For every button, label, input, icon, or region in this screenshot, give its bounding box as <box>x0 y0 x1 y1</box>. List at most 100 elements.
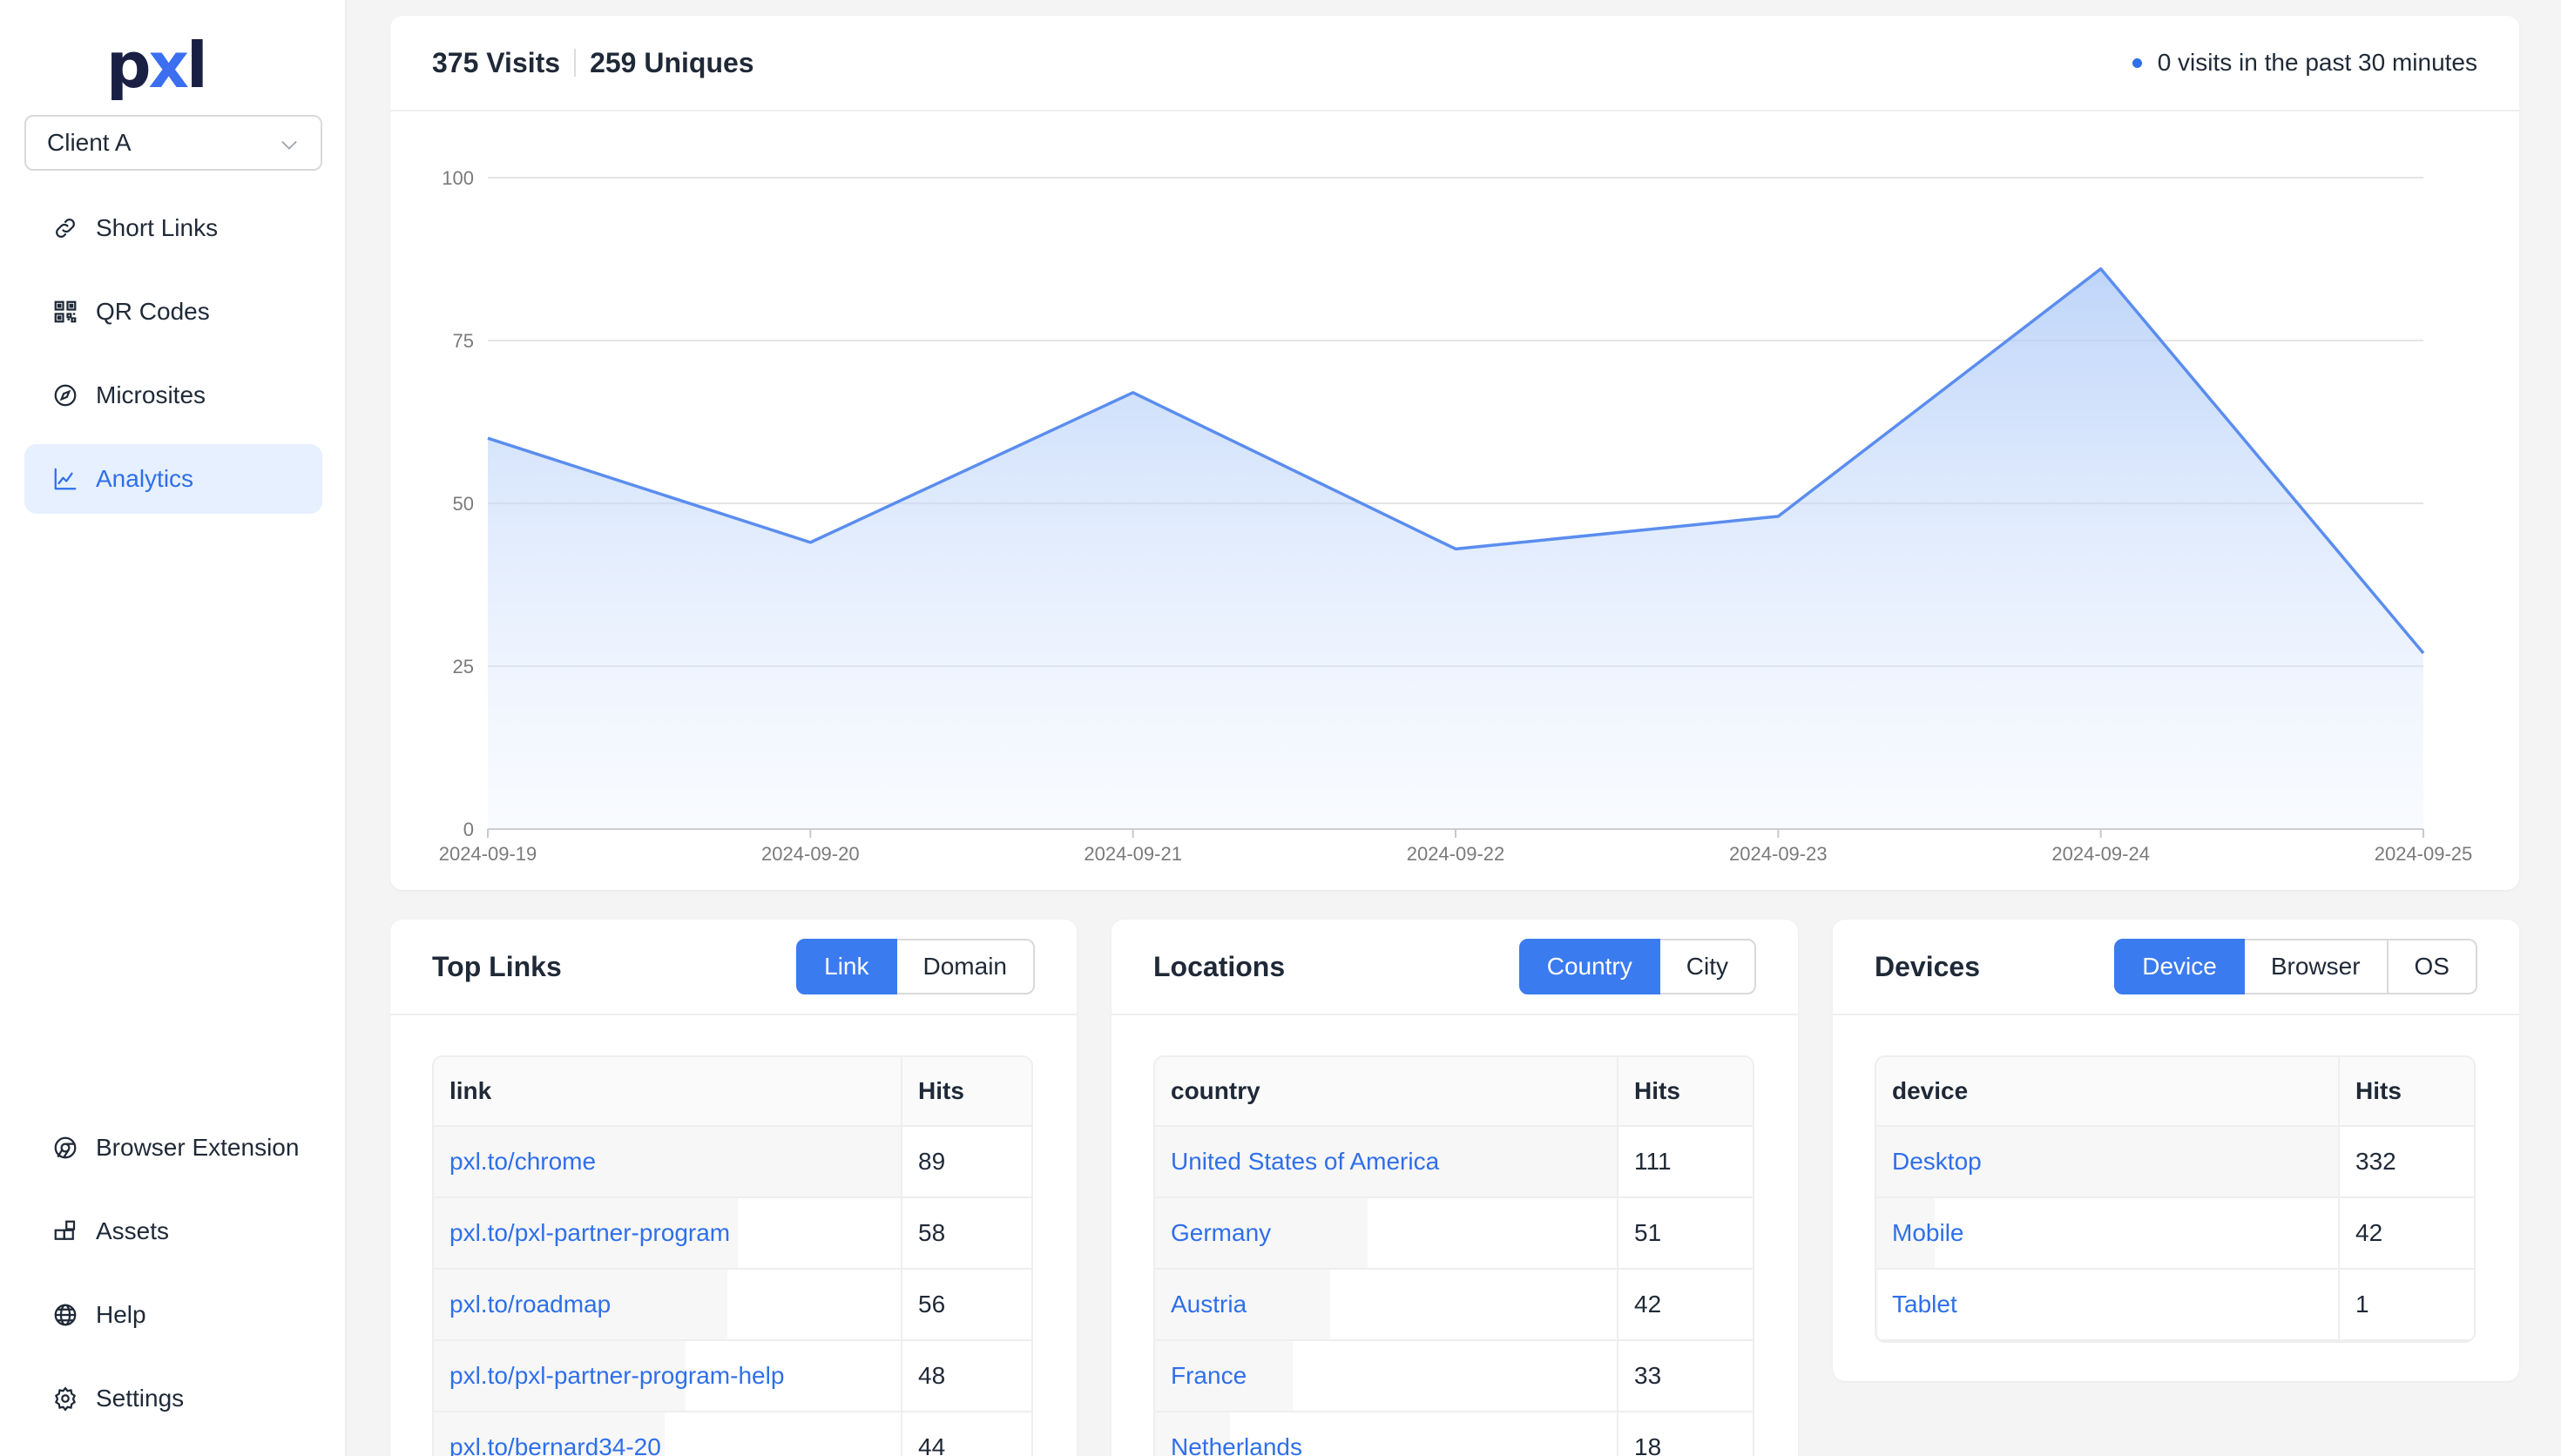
table-row[interactable]: Germany 51 <box>1155 1198 1753 1270</box>
row-hits: 44 <box>901 1412 1031 1456</box>
row-name-cell: pxl.to/bernard34-20 <box>434 1412 901 1456</box>
x-tick-label: 2024-09-22 <box>1407 843 1505 865</box>
devices-header: Devices Device Browser OS <box>1833 920 2519 1015</box>
table-row[interactable]: pxl.to/roadmap 56 <box>434 1270 1031 1341</box>
table-row[interactable]: Netherlands 18 <box>1155 1412 1753 1456</box>
chart-line-icon <box>52 466 78 492</box>
blocks-icon <box>52 1218 78 1244</box>
table-row[interactable]: United States of America 111 <box>1155 1127 1753 1198</box>
hits-share-bar <box>1876 1270 1878 1339</box>
row-link[interactable]: pxl.to/pxl-partner-program-help <box>449 1362 784 1389</box>
uniques-count: 259 Uniques <box>590 46 754 78</box>
visits-chart-card: 375 Visits 259 Uniques 0 visits in the p… <box>390 16 2519 890</box>
table-row[interactable]: Desktop 332 <box>1876 1127 2474 1198</box>
nav-item-short-links[interactable]: Short Links <box>24 193 322 263</box>
row-name-cell: France <box>1155 1341 1617 1412</box>
divider <box>574 49 577 77</box>
row-name-cell: Austria <box>1155 1270 1617 1341</box>
column-header-hits: Hits <box>901 1057 1031 1127</box>
row-link[interactable]: pxl.to/chrome <box>449 1148 596 1175</box>
client-select[interactable]: Client A <box>24 115 322 171</box>
table-row[interactable]: pxl.to/bernard34-20 44 <box>434 1412 1031 1456</box>
table-row[interactable]: Mobile 42 <box>1876 1198 2474 1270</box>
x-tick-label: 2024-09-24 <box>2051 843 2150 865</box>
row-link[interactable]: pxl.to/pxl-partner-program <box>449 1219 730 1246</box>
table-row[interactable]: Tablet 1 <box>1876 1270 2474 1341</box>
row-link[interactable]: Austria <box>1171 1291 1247 1318</box>
gear-icon <box>52 1385 78 1412</box>
row-link[interactable]: United States of America <box>1171 1148 1439 1175</box>
tab-os[interactable]: OS <box>2386 939 2477 994</box>
tab-city[interactable]: City <box>1658 939 1756 994</box>
row-hits: 1 <box>2338 1270 2474 1341</box>
row-link[interactable]: Tablet <box>1892 1291 1957 1318</box>
x-tick-label: 2024-09-20 <box>761 843 860 865</box>
nav-item-browser-extension[interactable]: Browser Extension <box>24 1113 322 1183</box>
row-name-cell: Tablet <box>1876 1270 2338 1341</box>
column-header-link: link <box>434 1057 901 1127</box>
table-row[interactable]: pxl.to/chrome 89 <box>434 1127 1031 1198</box>
row-name-cell: pxl.to/pxl-partner-program <box>434 1198 901 1270</box>
tab-device[interactable]: Device <box>2114 939 2245 994</box>
row-hits: 111 <box>1617 1127 1753 1198</box>
nav-item-assets[interactable]: Assets <box>24 1196 322 1266</box>
row-link[interactable]: pxl.to/roadmap <box>449 1291 611 1318</box>
nav-item-analytics[interactable]: Analytics <box>24 444 322 514</box>
link-icon <box>52 215 78 241</box>
row-link[interactable]: Desktop <box>1892 1148 1982 1175</box>
visits-area-chart: 0 25 50 75 100 2024-09-19 2024-09-20 2024-09-21… <box>439 167 2473 865</box>
top-links-title: Top Links <box>432 950 562 982</box>
row-hits: 58 <box>901 1198 1031 1270</box>
row-name-cell: pxl.to/roadmap <box>434 1270 901 1341</box>
column-header-country: country <box>1155 1057 1617 1127</box>
tab-domain[interactable]: Domain <box>895 939 1035 994</box>
top-links-card: Top Links Link Domain link Hits pxl.to/c… <box>390 920 1077 1456</box>
tab-link[interactable]: Link <box>796 939 897 994</box>
locations-header: Locations Country City <box>1112 920 1798 1015</box>
nav-item-qr-codes[interactable]: QR Codes <box>24 277 322 347</box>
x-tick-label: 2024-09-23 <box>1729 843 1828 865</box>
table-row[interactable]: Austria 42 <box>1155 1270 1753 1341</box>
row-link[interactable]: Netherlands <box>1171 1433 1302 1456</box>
row-name-cell: Mobile <box>1876 1198 2338 1270</box>
chrome-icon <box>52 1135 78 1161</box>
row-link[interactable]: pxl.to/bernard34-20 <box>449 1433 661 1456</box>
nav-item-help[interactable]: Help <box>24 1280 322 1350</box>
row-link[interactable]: France <box>1171 1362 1247 1389</box>
row-hits: 33 <box>1617 1341 1753 1412</box>
visits-count: 375 Visits <box>432 46 561 78</box>
globe-icon <box>52 1302 78 1328</box>
row-link[interactable]: Germany <box>1171 1219 1271 1246</box>
top-links-table: link Hits pxl.to/chrome 89 pxl.to/pxl-part… <box>432 1055 1033 1456</box>
row-name-cell: pxl.to/chrome <box>434 1127 901 1198</box>
sidebar: pxl Client A Short Links QR Codes Micros… <box>0 0 347 1456</box>
table-row[interactable]: France 33 <box>1155 1341 1753 1412</box>
live-visits-text: 0 visits in the past 30 minutes <box>2157 49 2477 76</box>
tab-browser[interactable]: Browser <box>2242 939 2389 994</box>
locations-card: Locations Country City country Hits Unit… <box>1112 920 1798 1456</box>
row-link[interactable]: Mobile <box>1892 1219 1963 1246</box>
row-hits: 42 <box>2338 1198 2474 1270</box>
tab-country[interactable]: Country <box>1518 939 1660 994</box>
row-name-cell: United States of America <box>1155 1127 1617 1198</box>
row-hits: 51 <box>1617 1198 1753 1270</box>
row-hits: 89 <box>901 1127 1031 1198</box>
nav-item-settings[interactable]: Settings <box>24 1364 322 1433</box>
row-hits: 56 <box>901 1270 1031 1341</box>
column-header-device: device <box>1876 1057 2338 1127</box>
row-name-cell: pxl.to/pxl-partner-program-help <box>434 1341 901 1412</box>
column-header-hits: Hits <box>1617 1057 1753 1127</box>
top-links-header: Top Links Link Domain <box>390 920 1077 1015</box>
devices-tabs: Device Browser OS <box>2114 939 2477 994</box>
table-row[interactable]: pxl.to/pxl-partner-program 58 <box>434 1198 1031 1270</box>
y-tick-label: 75 <box>453 330 474 352</box>
locations-title: Locations <box>1153 950 1286 982</box>
table-row[interactable]: pxl.to/pxl-partner-program-help 48 <box>434 1341 1031 1412</box>
y-tick-label: 25 <box>453 656 474 677</box>
x-tick-label: 2024-09-25 <box>2375 843 2473 865</box>
y-tick-label: 100 <box>442 167 474 189</box>
pxl-logo[interactable]: pxl <box>106 26 208 104</box>
nav-item-microsites[interactable]: Microsites <box>24 361 322 430</box>
chevron-down-icon <box>281 140 297 150</box>
x-tick-label: 2024-09-19 <box>439 843 537 865</box>
